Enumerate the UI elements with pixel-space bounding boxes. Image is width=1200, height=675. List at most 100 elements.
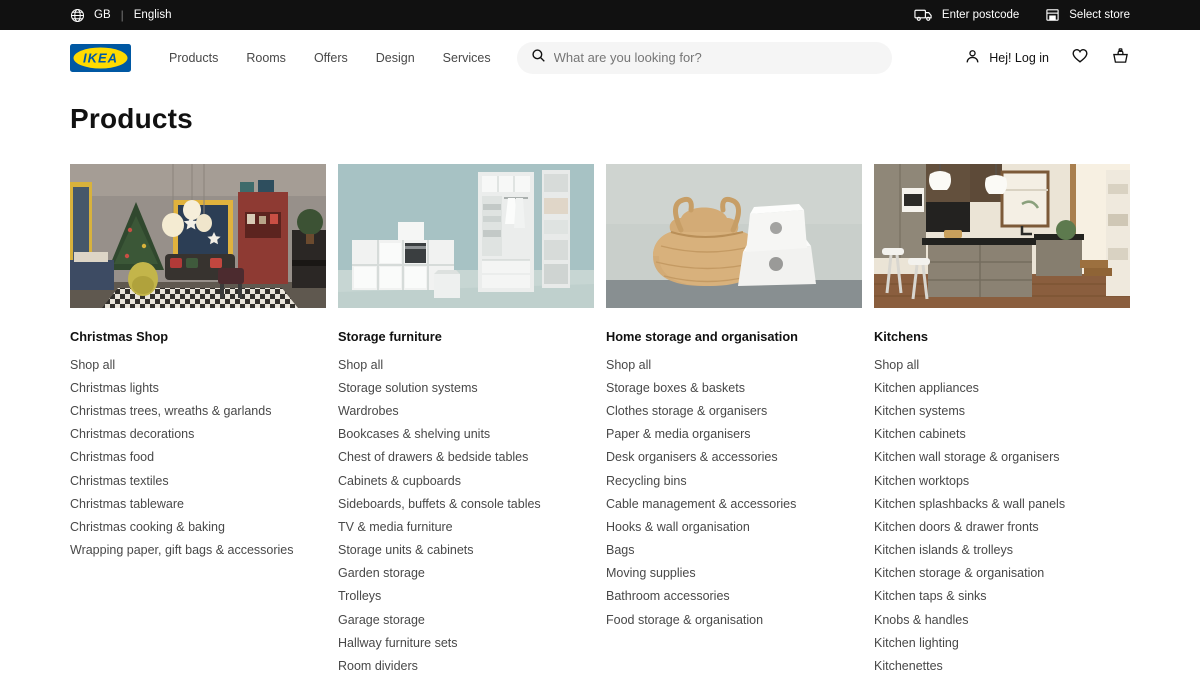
magnifier-icon: [531, 48, 546, 68]
category-link[interactable]: Recycling bins: [606, 469, 862, 492]
category-link[interactable]: Chest of drawers & bedside tables: [338, 446, 594, 469]
category-image-christmas-shop[interactable]: [70, 164, 326, 308]
page-title: Products: [70, 103, 1130, 135]
category-link[interactable]: Christmas trees, wreaths & garlands: [70, 399, 326, 422]
category-title[interactable]: Storage furniture: [338, 329, 594, 344]
category-link[interactable]: Garden storage: [338, 562, 594, 585]
category-link[interactable]: Kitchen storage & organisation: [874, 562, 1130, 585]
category-link[interactable]: Clothes storage & organisers: [606, 399, 862, 422]
nav-services[interactable]: Services: [429, 43, 505, 73]
category-link[interactable]: Christmas food: [70, 446, 326, 469]
category-links: Shop allKitchen appliancesKitchen system…: [874, 353, 1130, 675]
login-button[interactable]: Hej! Log in: [964, 48, 1049, 68]
enter-postcode-button[interactable]: Enter postcode: [914, 8, 1019, 22]
category-column-storage-furniture: Storage furniture Shop allStorage soluti…: [338, 164, 594, 675]
enter-postcode-label: Enter postcode: [942, 9, 1019, 21]
ikea-logo[interactable]: IKEA: [70, 44, 131, 72]
delivery-truck-icon: [914, 8, 933, 22]
category-link[interactable]: Kitchen taps & sinks: [874, 585, 1130, 608]
category-link[interactable]: Paper & media organisers: [606, 423, 862, 446]
category-link[interactable]: Shop all: [338, 353, 594, 376]
category-link[interactable]: Kitchen worktops: [874, 469, 1130, 492]
search-input[interactable]: [554, 50, 878, 65]
storefront-icon: [1045, 8, 1060, 22]
shopping-bag-icon: [1111, 47, 1130, 69]
utility-bar: GB | English Enter postcode S: [0, 0, 1200, 30]
category-link[interactable]: Kitchen appliances: [874, 376, 1130, 399]
primary-nav: Products Rooms Offers Design Services: [155, 43, 505, 73]
login-label: Hej! Log in: [989, 51, 1049, 65]
category-link[interactable]: Kitchen cabinets: [874, 423, 1130, 446]
category-grid: Christmas Shop Shop allChristmas lightsC…: [70, 164, 1130, 675]
category-link[interactable]: Knobs & handles: [874, 608, 1130, 631]
nav-rooms[interactable]: Rooms: [232, 43, 300, 73]
category-link[interactable]: Bookcases & shelving units: [338, 423, 594, 446]
category-column-christmas-shop: Christmas Shop Shop allChristmas lightsC…: [70, 164, 326, 675]
category-link[interactable]: Kitchen wall storage & organisers: [874, 446, 1130, 469]
category-link[interactable]: Bathroom accessories: [606, 585, 862, 608]
category-link[interactable]: Storage solution systems: [338, 376, 594, 399]
category-link[interactable]: Storage boxes & baskets: [606, 376, 862, 399]
category-link[interactable]: Shop all: [874, 353, 1130, 376]
category-link[interactable]: Hallway furniture sets: [338, 631, 594, 654]
cart-button[interactable]: [1111, 47, 1130, 69]
divider: |: [120, 8, 125, 22]
category-title[interactable]: Kitchens: [874, 329, 1130, 344]
christmas-living-room-photo: [70, 164, 326, 308]
category-link[interactable]: Christmas textiles: [70, 469, 326, 492]
nav-products[interactable]: Products: [155, 43, 232, 73]
svg-text:IKEA: IKEA: [83, 50, 118, 65]
category-links: Shop allChristmas lightsChristmas trees,…: [70, 353, 326, 562]
category-link[interactable]: Food storage & organisation: [606, 608, 862, 631]
category-link[interactable]: Hooks & wall organisation: [606, 515, 862, 538]
globe-icon: [70, 8, 85, 23]
nav-design[interactable]: Design: [362, 43, 429, 73]
category-links: Shop allStorage solution systemsWardrobe…: [338, 353, 594, 675]
category-image-kitchens[interactable]: [874, 164, 1130, 308]
category-column-kitchens: Kitchens Shop allKitchen appliancesKitch…: [874, 164, 1130, 675]
category-link[interactable]: Shop all: [606, 353, 862, 376]
category-image-home-storage[interactable]: [606, 164, 862, 308]
category-title[interactable]: Christmas Shop: [70, 329, 326, 344]
category-link[interactable]: Christmas lights: [70, 376, 326, 399]
category-link[interactable]: Kitchen doors & drawer fronts: [874, 515, 1130, 538]
category-link[interactable]: Garage storage: [338, 608, 594, 631]
category-link[interactable]: Wardrobes: [338, 399, 594, 422]
category-link[interactable]: Bags: [606, 539, 862, 562]
select-store-button[interactable]: Select store: [1045, 8, 1130, 22]
favourites-button[interactable]: [1071, 47, 1089, 69]
category-title[interactable]: Home storage and organisation: [606, 329, 862, 344]
category-link[interactable]: Christmas tableware: [70, 492, 326, 515]
category-link[interactable]: Cable management & accessories: [606, 492, 862, 515]
category-links: Shop allStorage boxes & basketsClothes s…: [606, 353, 862, 631]
category-column-home-storage: Home storage and organisation Shop allSt…: [606, 164, 862, 675]
search-bar[interactable]: [517, 42, 892, 74]
category-link[interactable]: Kitchen splashbacks & wall panels: [874, 492, 1130, 515]
category-link[interactable]: Desk organisers & accessories: [606, 446, 862, 469]
category-link[interactable]: Room dividers: [338, 654, 594, 675]
category-link[interactable]: Sideboards, buffets & console tables: [338, 492, 594, 515]
category-link[interactable]: Storage units & cabinets: [338, 539, 594, 562]
category-link[interactable]: Moving supplies: [606, 562, 862, 585]
category-link[interactable]: Christmas decorations: [70, 423, 326, 446]
category-link[interactable]: Kitchen systems: [874, 399, 1130, 422]
category-link[interactable]: Wrapping paper, gift bags & accessories: [70, 539, 326, 562]
category-link[interactable]: Kitchen islands & trolleys: [874, 539, 1130, 562]
heart-icon: [1071, 47, 1089, 69]
country-code: GB: [94, 9, 111, 21]
category-link[interactable]: Christmas cooking & baking: [70, 515, 326, 538]
category-link[interactable]: TV & media furniture: [338, 515, 594, 538]
language-label: English: [134, 9, 172, 21]
select-store-label: Select store: [1069, 9, 1130, 21]
category-link[interactable]: Cabinets & cupboards: [338, 469, 594, 492]
nav-offers[interactable]: Offers: [300, 43, 362, 73]
white-storage-units-photo: [338, 164, 594, 308]
category-link[interactable]: Trolleys: [338, 585, 594, 608]
category-link[interactable]: Shop all: [70, 353, 326, 376]
category-link[interactable]: Kitchen lighting: [874, 631, 1130, 654]
basket-and-boxes-photo: [606, 164, 862, 308]
category-image-storage-furniture[interactable]: [338, 164, 594, 308]
main-header: IKEA Products Rooms Offers Design Servic…: [0, 30, 1200, 85]
category-link[interactable]: Kitchenettes: [874, 654, 1130, 675]
language-selector[interactable]: GB | English: [70, 8, 171, 23]
